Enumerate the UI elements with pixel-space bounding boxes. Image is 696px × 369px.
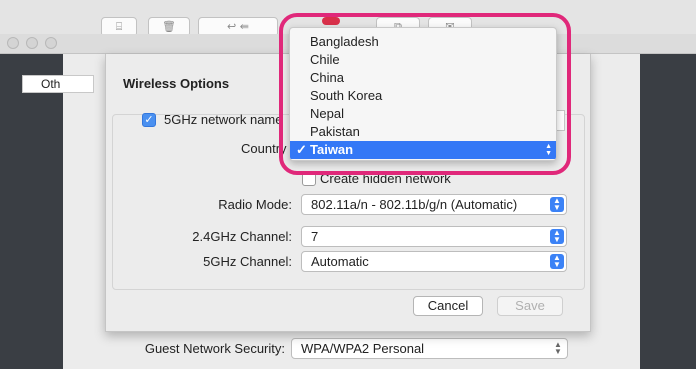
- guest-security-label: Guest Network Security:: [144, 341, 285, 356]
- save-button[interactable]: Save: [497, 296, 563, 316]
- highlight-annotation: [279, 13, 571, 175]
- country-label: Country: [241, 141, 287, 156]
- ghz5-network-checkbox[interactable]: ✓: [142, 113, 156, 127]
- right-dark-panel: [640, 54, 696, 369]
- sheet-title: Wireless Options: [123, 76, 230, 91]
- stepper-icon: ▲ ▼: [554, 340, 562, 356]
- cancel-button[interactable]: Cancel: [413, 296, 483, 316]
- minimize-window-icon[interactable]: [26, 37, 38, 49]
- close-window-icon[interactable]: [7, 37, 19, 49]
- background-tab[interactable]: Oth: [22, 75, 94, 93]
- stepper-icon: ▲ ▼: [550, 197, 564, 212]
- left-dark-panel: [0, 54, 63, 369]
- channel-24-label: 2.4GHz Channel:: [192, 229, 292, 244]
- guest-security-value: WPA/WPA2 Personal: [301, 341, 425, 356]
- radio-mode-select[interactable]: 802.11a/n - 802.11b/g/n (Automatic) ▲ ▼: [301, 194, 567, 215]
- zoom-window-icon[interactable]: [45, 37, 57, 49]
- channel-5-value: Automatic: [311, 254, 369, 269]
- stepper-icon: ▲ ▼: [550, 229, 564, 244]
- channel-5-select[interactable]: Automatic ▲ ▼: [301, 251, 567, 272]
- radio-mode-label: Radio Mode:: [218, 197, 292, 212]
- ghz5-network-label: 5GHz network name: [164, 112, 283, 127]
- radio-mode-value: 802.11a/n - 802.11b/g/n (Automatic): [311, 197, 518, 212]
- channel-24-value: 7: [311, 229, 319, 244]
- checkmark-icon: ✓: [144, 114, 154, 126]
- channel-5-label: 5GHz Channel:: [203, 254, 292, 269]
- channel-24-select[interactable]: 7 ▲ ▼: [301, 226, 567, 247]
- stepper-icon: ▲ ▼: [550, 254, 564, 269]
- guest-security-select[interactable]: WPA/WPA2 Personal ▲ ▼: [291, 338, 568, 359]
